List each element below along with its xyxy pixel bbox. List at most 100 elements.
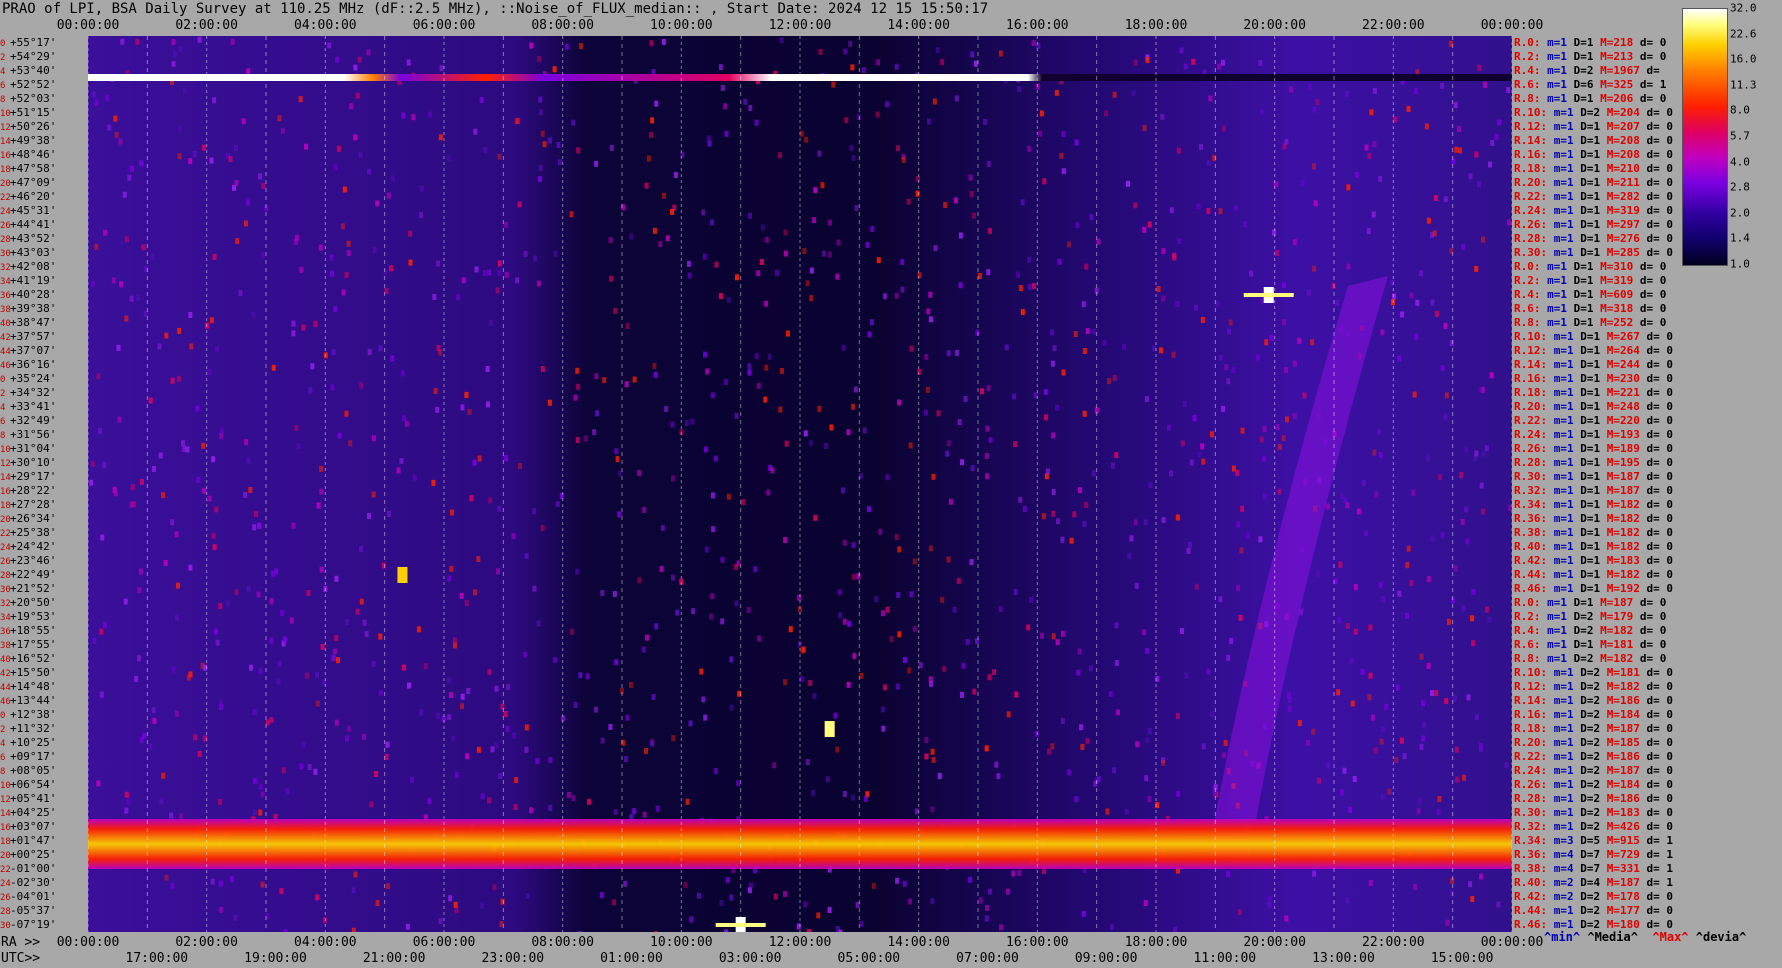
stat-d: D=2 <box>1580 820 1607 833</box>
stat-m: m=1 <box>1553 120 1581 133</box>
noise-pixel <box>410 776 415 783</box>
stat-r: R.12: <box>1514 344 1554 357</box>
noise-pixel <box>1145 737 1150 744</box>
utc-tick: 15:00:00 <box>1430 951 1494 966</box>
top-ra-tick: 22:00:00 <box>1362 18 1425 33</box>
noise-pixel <box>412 474 417 481</box>
noise-pixel <box>1464 446 1469 453</box>
noise-pixel <box>848 40 853 47</box>
stat-dv: d= 0 <box>1646 750 1674 763</box>
noise-pixel <box>785 330 790 337</box>
noise-pixel <box>1262 493 1267 500</box>
noise-pixel <box>988 437 993 443</box>
stat-m: m=1 <box>1553 554 1581 567</box>
noise-pixel <box>243 492 248 498</box>
point-source <box>397 567 408 583</box>
noise-pixel <box>1040 931 1045 932</box>
noise-pixel <box>1350 700 1355 707</box>
colorbar-tick: 1.4 <box>1730 231 1750 245</box>
stat-d: D=1 <box>1573 316 1601 329</box>
stat-d: D=1 <box>1580 568 1607 581</box>
noise-pixel <box>1199 144 1203 150</box>
stat-row: R.32: m=1 D=2 M=426 d= 0 <box>1514 820 1673 833</box>
noise-pixel <box>629 233 633 240</box>
noise-pixel <box>1406 105 1411 112</box>
noise-pixel <box>1416 808 1421 815</box>
stat-row: R.30: m=1 D=1 M=187 d= 0 <box>1514 470 1673 483</box>
noise-pixel <box>367 348 372 355</box>
noise-pixel <box>1478 386 1483 393</box>
noise-pixel <box>571 795 576 802</box>
stat-d: D=2 <box>1580 736 1607 749</box>
noise-pixel <box>113 490 118 497</box>
noise-pixel <box>107 124 112 131</box>
noise-pixel <box>1326 762 1331 769</box>
stat-d: D=1 <box>1580 204 1607 217</box>
noise-pixel <box>163 560 168 566</box>
noise-pixel <box>518 463 522 469</box>
noise-pixel <box>1454 146 1459 153</box>
noise-pixel <box>512 732 516 739</box>
noise-pixel <box>99 628 104 635</box>
stat-r: R.26: <box>1514 442 1554 455</box>
noise-pixel <box>1430 690 1434 697</box>
noise-pixel <box>1461 243 1466 250</box>
stat-d: D=1 <box>1580 190 1607 203</box>
stat-m: m=1 <box>1547 302 1574 315</box>
noise-pixel <box>511 533 516 540</box>
stat-m: m=1 <box>1553 680 1581 693</box>
dec-value: -02°30' <box>10 876 57 889</box>
noise-pixel <box>1457 126 1461 133</box>
noise-pixel <box>851 574 856 581</box>
noise-pixel <box>291 320 296 327</box>
noise-pixel <box>258 783 263 790</box>
dec-value: +10°25' <box>10 736 57 749</box>
noise-pixel <box>908 442 913 449</box>
noise-pixel <box>1371 211 1376 218</box>
dec-label: 10+06°54' <box>0 778 56 791</box>
noise-pixel <box>1161 517 1166 523</box>
noise-pixel <box>804 136 809 143</box>
noise-pixel <box>909 345 914 352</box>
noise-pixel <box>1436 808 1441 815</box>
noise-pixel <box>1485 606 1489 613</box>
noise-pixel <box>645 634 650 641</box>
noise-pixel <box>713 768 718 774</box>
stat-dv: d= 1 <box>1646 876 1674 889</box>
noise-pixel <box>127 174 132 181</box>
noise-pixel <box>764 236 769 243</box>
top-ra-tick: 00:00:00 <box>1480 18 1544 33</box>
colorbar-tick: 11.3 <box>1730 78 1757 92</box>
noise-pixel <box>558 159 562 166</box>
stat-row: R.34: m=3 D=5 M=915 d= 1 <box>1514 834 1673 847</box>
dec-value: +41°19' <box>10 274 57 287</box>
stat-mx: M=182 <box>1606 680 1647 693</box>
stat-row: R.28: m=1 D=2 M=186 d= 0 <box>1514 792 1673 805</box>
noise-pixel <box>1057 258 1062 265</box>
noise-pixel <box>177 126 182 133</box>
noise-pixel <box>364 631 369 637</box>
noise-pixel <box>1315 570 1320 577</box>
noise-pixel <box>1368 624 1373 631</box>
noise-pixel <box>473 128 478 135</box>
noise-pixel <box>960 691 964 698</box>
noise-pixel <box>988 888 993 895</box>
noise-pixel <box>161 492 166 499</box>
dec-label: 26+23°46' <box>0 554 56 567</box>
noise-pixel <box>1103 110 1108 117</box>
stat-d: D=2 <box>1580 708 1607 721</box>
noise-pixel <box>770 467 775 474</box>
noise-pixel <box>371 660 376 667</box>
dec-label: 22+46°20' <box>0 190 56 203</box>
noise-pixel <box>1367 694 1372 701</box>
stat-m: m=1 <box>1553 806 1581 819</box>
stat-dv: d= 0 <box>1646 218 1674 231</box>
stat-dv: d= 0 <box>1646 890 1674 903</box>
noise-pixel <box>1042 868 1046 875</box>
stat-mx: M=184 <box>1606 708 1647 721</box>
dec-value: +44°41' <box>10 218 57 231</box>
noise-pixel <box>241 118 246 125</box>
noise-pixel <box>102 622 107 629</box>
colorbar-tick: 5.7 <box>1730 129 1750 143</box>
stat-mx: M=178 <box>1606 890 1647 903</box>
